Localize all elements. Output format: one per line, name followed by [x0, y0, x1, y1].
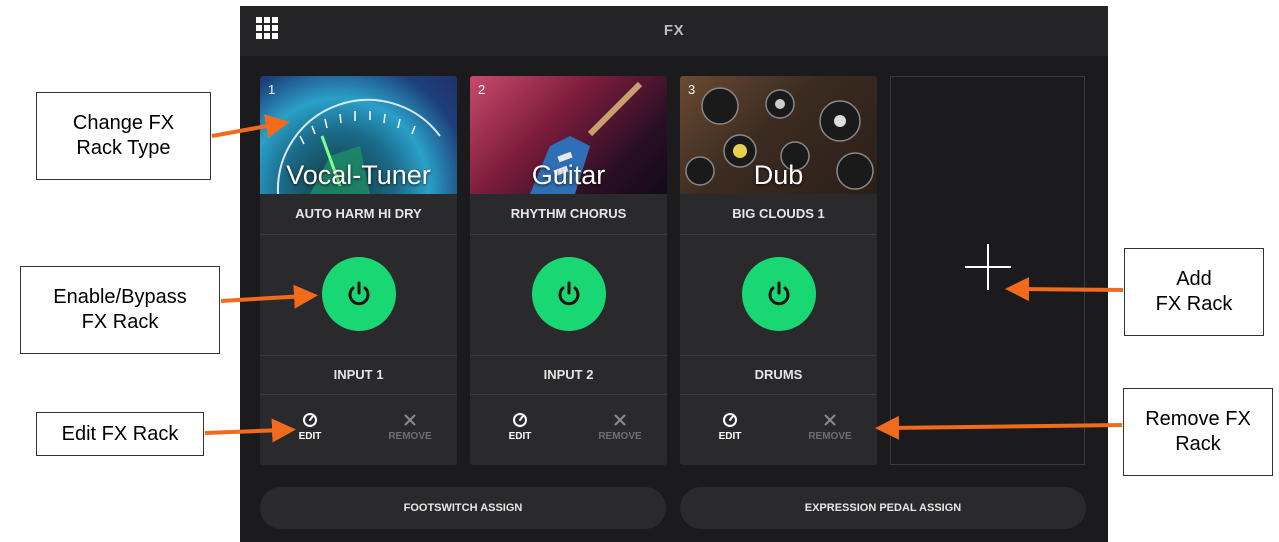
- arrow-enable-bypass: [220, 284, 318, 309]
- arrow-change-type: [211, 114, 290, 138]
- annotation-arrows: [204, 114, 1124, 443]
- arrow-edit: [204, 418, 296, 443]
- arrow-remove: [875, 415, 1123, 440]
- arrow-add: [1005, 277, 1124, 302]
